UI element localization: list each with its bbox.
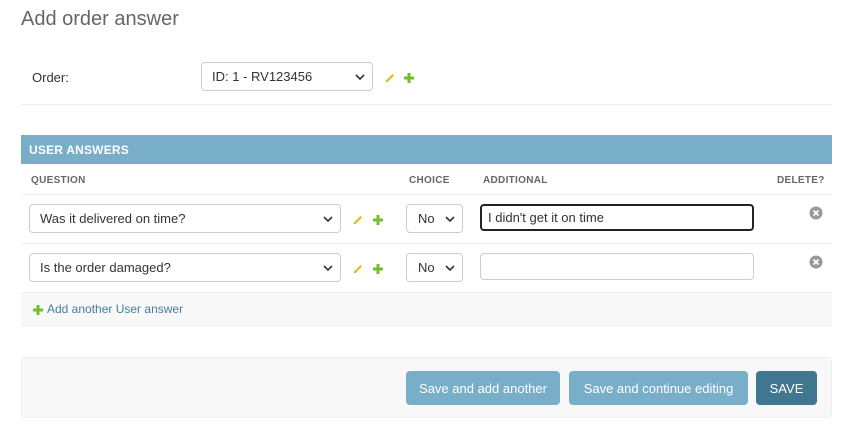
user-answers-inline: USER ANSWERS QUESTION CHOICE ADDITIONAL … bbox=[21, 135, 832, 327]
question-select-value: Was it delivered on time? bbox=[40, 211, 186, 226]
column-headers: QUESTION CHOICE ADDITIONAL DELETE? bbox=[21, 164, 832, 195]
save-button[interactable]: SAVE bbox=[756, 371, 817, 405]
change-order-pencil-icon[interactable] bbox=[384, 72, 396, 84]
save-and-continue-editing-button[interactable]: Save and continue editing bbox=[569, 371, 748, 405]
choice-select[interactable]: No bbox=[406, 204, 463, 233]
order-select[interactable]: ID: 1 - RV123456 bbox=[201, 62, 373, 91]
delete-circle-x-icon[interactable] bbox=[809, 255, 823, 269]
column-header-additional: ADDITIONAL bbox=[483, 175, 548, 186]
column-header-delete: DELETE? bbox=[777, 175, 825, 186]
choice-select-value: No bbox=[418, 260, 435, 275]
save-and-add-another-button[interactable]: Save and add another bbox=[406, 371, 560, 405]
change-question-pencil-icon[interactable] bbox=[352, 263, 364, 275]
add-question-plus-icon[interactable] bbox=[372, 214, 384, 226]
chevron-down-icon bbox=[445, 215, 455, 222]
question-select[interactable]: Is the order damaged? bbox=[29, 253, 341, 282]
delete-circle-x-icon[interactable] bbox=[809, 206, 823, 220]
page-title: Add order answer bbox=[21, 8, 179, 30]
question-select[interactable]: Was it delivered on time? bbox=[29, 204, 341, 233]
column-header-question: QUESTION bbox=[31, 175, 86, 186]
chevron-down-icon bbox=[323, 215, 333, 222]
add-plus-icon[interactable] bbox=[32, 304, 44, 316]
order-field-row: Order: ID: 1 - RV123456 bbox=[21, 52, 832, 105]
submit-row: Save and add another Save and continue e… bbox=[21, 357, 832, 418]
chevron-down-icon bbox=[445, 264, 455, 271]
inline-title: USER ANSWERS bbox=[21, 135, 832, 164]
order-select-value: ID: 1 - RV123456 bbox=[212, 69, 313, 84]
table-row: Is the order damaged? No bbox=[21, 244, 832, 293]
add-row: Add another User answer bbox=[21, 293, 832, 326]
column-header-choice: CHOICE bbox=[409, 175, 450, 186]
table-row: Was it delivered on time? No I didn't ge… bbox=[21, 195, 832, 244]
additional-input[interactable]: I didn't get it on time bbox=[480, 204, 754, 231]
chevron-down-icon bbox=[323, 264, 333, 271]
order-label: Order: bbox=[32, 70, 69, 85]
choice-select-value: No bbox=[418, 211, 435, 226]
additional-input[interactable] bbox=[480, 253, 754, 280]
change-question-pencil-icon[interactable] bbox=[352, 214, 364, 226]
chevron-down-icon bbox=[355, 73, 365, 80]
question-select-value: Is the order damaged? bbox=[40, 260, 171, 275]
choice-select[interactable]: No bbox=[406, 253, 463, 282]
add-question-plus-icon[interactable] bbox=[372, 263, 384, 275]
add-order-plus-icon[interactable] bbox=[403, 72, 415, 84]
add-another-user-answer-link[interactable]: Add another User answer bbox=[47, 302, 183, 316]
